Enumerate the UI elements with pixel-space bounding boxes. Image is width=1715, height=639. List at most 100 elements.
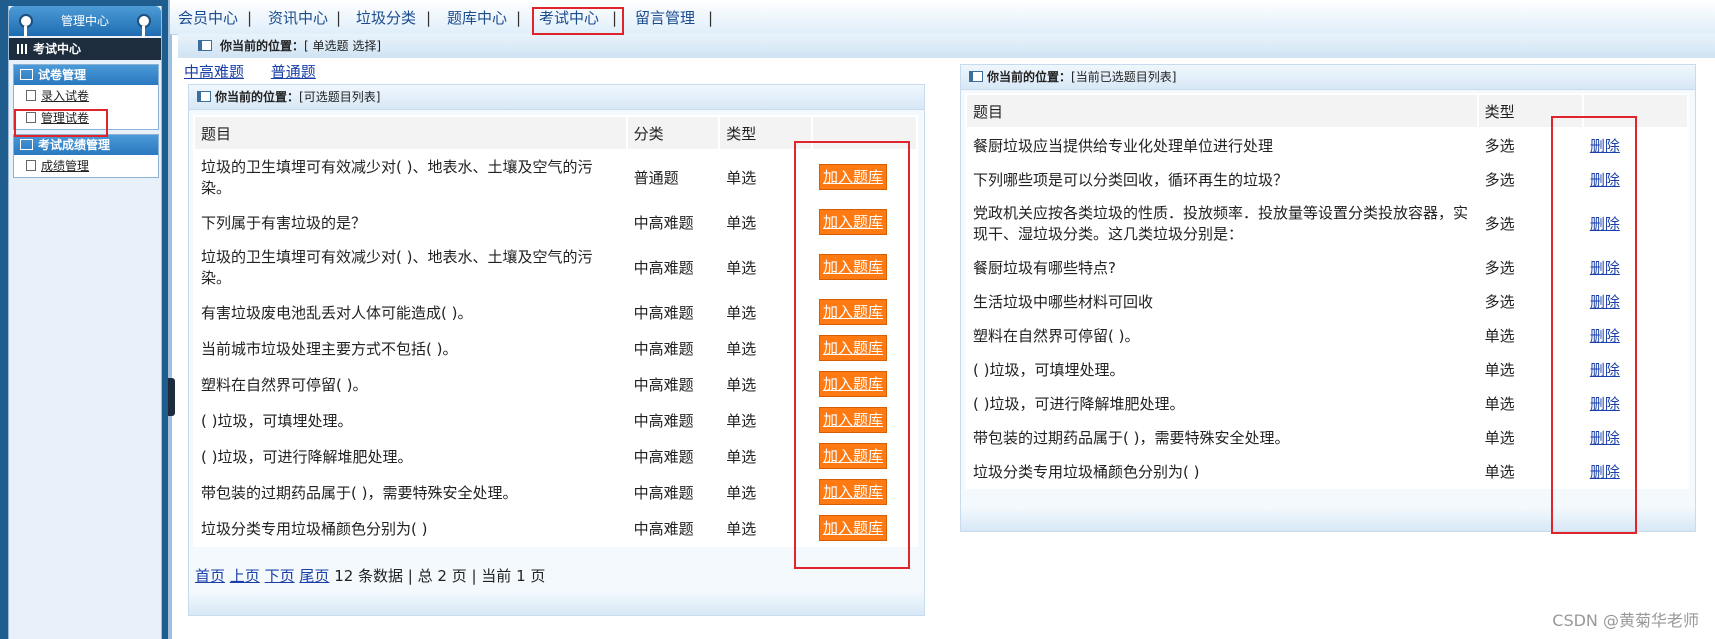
pin-icon bbox=[19, 14, 33, 40]
add-to-bank-button[interactable]: 加入题库 bbox=[818, 335, 887, 361]
type-cell: 多选 bbox=[1478, 251, 1582, 283]
add-to-bank-button[interactable]: 加入题库 bbox=[818, 407, 887, 433]
table-row: 塑料在自然界可停留( )。 中高难题 单选 加入题库 bbox=[195, 367, 916, 401]
sidebar-current-module[interactable]: 考试中心 bbox=[9, 38, 161, 60]
add-to-bank-button[interactable]: 加入题库 bbox=[818, 515, 887, 541]
question-cell: 下列属于有害垃圾的是？ bbox=[195, 205, 626, 239]
table-row: 生活垃圾中哪些材料可回收 多选 删除 bbox=[967, 285, 1687, 317]
category-cell: 中高难题 bbox=[627, 205, 719, 239]
question-cell: 塑料在自然界可停留( )。 bbox=[967, 319, 1477, 351]
add-to-bank-button[interactable]: 加入题库 bbox=[818, 209, 887, 235]
delete-link[interactable]: 删除 bbox=[1590, 293, 1620, 311]
delete-link[interactable]: 删除 bbox=[1590, 259, 1620, 277]
category-cell: 中高难题 bbox=[627, 367, 719, 401]
table-row: 垃圾的卫生填埋可有效减少对( )、地表水、土壤及空气的污染。 普通题 单选 加入… bbox=[195, 151, 916, 203]
sidebar-link-manage-paper[interactable]: 管理试卷 bbox=[41, 111, 89, 125]
collapse-sidebar-handle[interactable] bbox=[168, 378, 175, 416]
pager-last-link[interactable]: 尾页 bbox=[299, 567, 329, 585]
table-row: 垃圾分类专用垃圾桶颜色分别为( ) 中高难题 单选 加入题库 bbox=[195, 511, 916, 545]
sidebar-link-enter-paper[interactable]: 录入试卷 bbox=[41, 89, 89, 103]
pager-summary: 12 条数据 | 总 2 页 | 当前 1 页 bbox=[334, 567, 546, 585]
add-to-bank-button[interactable]: 加入题库 bbox=[818, 443, 887, 469]
delete-link[interactable]: 删除 bbox=[1590, 361, 1620, 379]
filter-link-normal[interactable]: 普通题 bbox=[271, 63, 316, 81]
difficulty-filter: 中高难题 普通题 bbox=[184, 61, 338, 82]
location-text: [ 单选题 选择] bbox=[304, 39, 382, 53]
panel-header: 你当前的位置：[当前已选题目列表] bbox=[961, 65, 1695, 90]
table-row: 带包装的过期药品属于( )，需要特殊安全处理。 单选 删除 bbox=[967, 421, 1687, 453]
nav-message-manage[interactable]: 留言管理 bbox=[635, 7, 695, 29]
sidebar-item-score-manage[interactable]: 成绩管理 bbox=[14, 155, 158, 177]
add-to-bank-button[interactable]: 加入题库 bbox=[818, 299, 887, 325]
delete-link[interactable]: 删除 bbox=[1590, 215, 1620, 233]
question-cell: ( )垃圾，可进行降解堆肥处理。 bbox=[195, 439, 626, 473]
category-cell: 中高难题 bbox=[627, 241, 719, 293]
column-header: 类型 bbox=[720, 117, 811, 149]
question-cell: ( )垃圾，可进行降解堆肥处理。 bbox=[967, 387, 1477, 419]
nav-separator: | bbox=[426, 9, 432, 27]
sidebar-panel: 管理中心 考试中心 试卷管理 录入试卷 管理试卷 考试成绩管理 成绩管理 bbox=[8, 6, 162, 639]
pager-first-link[interactable]: 首页 bbox=[195, 567, 225, 585]
delete-link[interactable]: 删除 bbox=[1590, 137, 1620, 155]
delete-link[interactable]: 删除 bbox=[1590, 463, 1620, 481]
grid-icon bbox=[17, 44, 29, 54]
table-row: 餐厨垃圾应当提供给专业化处理单位进行处理 多选 删除 bbox=[967, 129, 1687, 161]
nav-exam-center[interactable]: 考试中心 bbox=[539, 7, 599, 29]
type-cell: 单选 bbox=[720, 475, 811, 509]
panel-icon bbox=[20, 69, 33, 80]
sidebar-section-header[interactable]: 考试成绩管理 bbox=[14, 135, 158, 155]
type-cell: 单选 bbox=[720, 295, 811, 329]
table-row: ( )垃圾，可填埋处理。 单选 删除 bbox=[967, 353, 1687, 385]
column-header: 类型 bbox=[1478, 95, 1582, 127]
question-cell: ( )垃圾，可填埋处理。 bbox=[967, 353, 1477, 385]
question-cell: 垃圾分类专用垃圾桶颜色分别为( ) bbox=[195, 511, 626, 545]
table-header-row: 题目 分类 类型 bbox=[195, 117, 916, 149]
sidebar-section-header[interactable]: 试卷管理 bbox=[14, 65, 158, 85]
nav-separator: | bbox=[336, 9, 342, 27]
top-navigation: 会员中心 | 资讯中心 | 垃圾分类 | 题库中心 | 考试中心 | 留言管理 … bbox=[170, 0, 1715, 35]
panel-header: 你当前的位置：[可选题目列表] bbox=[189, 85, 924, 110]
nav-separator: | bbox=[247, 9, 253, 27]
panel-icon bbox=[198, 40, 212, 51]
type-cell: 多选 bbox=[1478, 163, 1582, 195]
add-to-bank-button[interactable]: 加入题库 bbox=[818, 479, 887, 505]
add-to-bank-button[interactable]: 加入题库 bbox=[818, 371, 887, 397]
filter-link-hard[interactable]: 中高难题 bbox=[184, 63, 244, 81]
category-cell: 中高难题 bbox=[627, 403, 719, 437]
panel-icon bbox=[969, 71, 983, 82]
delete-link[interactable]: 删除 bbox=[1590, 429, 1620, 447]
pager-prev-link[interactable]: 上页 bbox=[230, 567, 260, 585]
column-header: 分类 bbox=[627, 117, 719, 149]
table-row: ( )垃圾，可填埋处理。 中高难题 单选 加入题库 bbox=[195, 403, 916, 437]
question-cell: 垃圾的卫生填埋可有效减少对( )、地表水、土壤及空气的污染。 bbox=[195, 151, 626, 203]
nav-garbage-classification[interactable]: 垃圾分类 bbox=[356, 7, 416, 29]
delete-link[interactable]: 删除 bbox=[1590, 327, 1620, 345]
category-cell: 中高难题 bbox=[627, 439, 719, 473]
sidebar-divider bbox=[168, 0, 172, 639]
selected-questions-table: 题目 类型 餐厨垃圾应当提供给专业化处理单位进行处理 多选 删除 下列哪些项是可… bbox=[965, 93, 1689, 489]
table-row: 下列属于有害垃圾的是？ 中高难题 单选 加入题库 bbox=[195, 205, 916, 239]
table-row: 垃圾的卫生填埋可有效减少对( )、地表水、土壤及空气的污染。 中高难题 单选 加… bbox=[195, 241, 916, 293]
nav-question-bank[interactable]: 题库中心 bbox=[447, 7, 507, 29]
type-cell: 多选 bbox=[1478, 129, 1582, 161]
pager-next-link[interactable]: 下页 bbox=[265, 567, 295, 585]
table-row: ( )垃圾，可进行降解堆肥处理。 中高难题 单选 加入题库 bbox=[195, 439, 916, 473]
delete-link[interactable]: 删除 bbox=[1590, 395, 1620, 413]
type-cell: 多选 bbox=[1478, 285, 1582, 317]
question-cell: ( )垃圾，可填埋处理。 bbox=[195, 403, 626, 437]
sidebar-item-enter-paper[interactable]: 录入试卷 bbox=[14, 85, 158, 107]
sidebar-item-manage-paper[interactable]: 管理试卷 bbox=[14, 107, 158, 129]
nav-member-center[interactable]: 会员中心 bbox=[178, 7, 238, 29]
add-to-bank-button[interactable]: 加入题库 bbox=[818, 164, 887, 190]
type-cell: 单选 bbox=[720, 439, 811, 473]
nav-news-center[interactable]: 资讯中心 bbox=[268, 7, 328, 29]
location-prefix: 你当前的位置： bbox=[220, 39, 305, 53]
add-to-bank-button[interactable]: 加入题库 bbox=[818, 254, 887, 280]
panel-footer bbox=[189, 591, 924, 615]
delete-link[interactable]: 删除 bbox=[1590, 171, 1620, 189]
table-row: 党政机关应按各类垃圾的性质．投放频率．投放量等设置分类投放容器，实现干、湿垃圾分… bbox=[967, 197, 1687, 249]
column-header bbox=[1583, 95, 1687, 127]
category-cell: 中高难题 bbox=[627, 331, 719, 365]
sidebar-link-score-manage[interactable]: 成绩管理 bbox=[41, 159, 89, 173]
type-cell: 单选 bbox=[1478, 353, 1582, 385]
